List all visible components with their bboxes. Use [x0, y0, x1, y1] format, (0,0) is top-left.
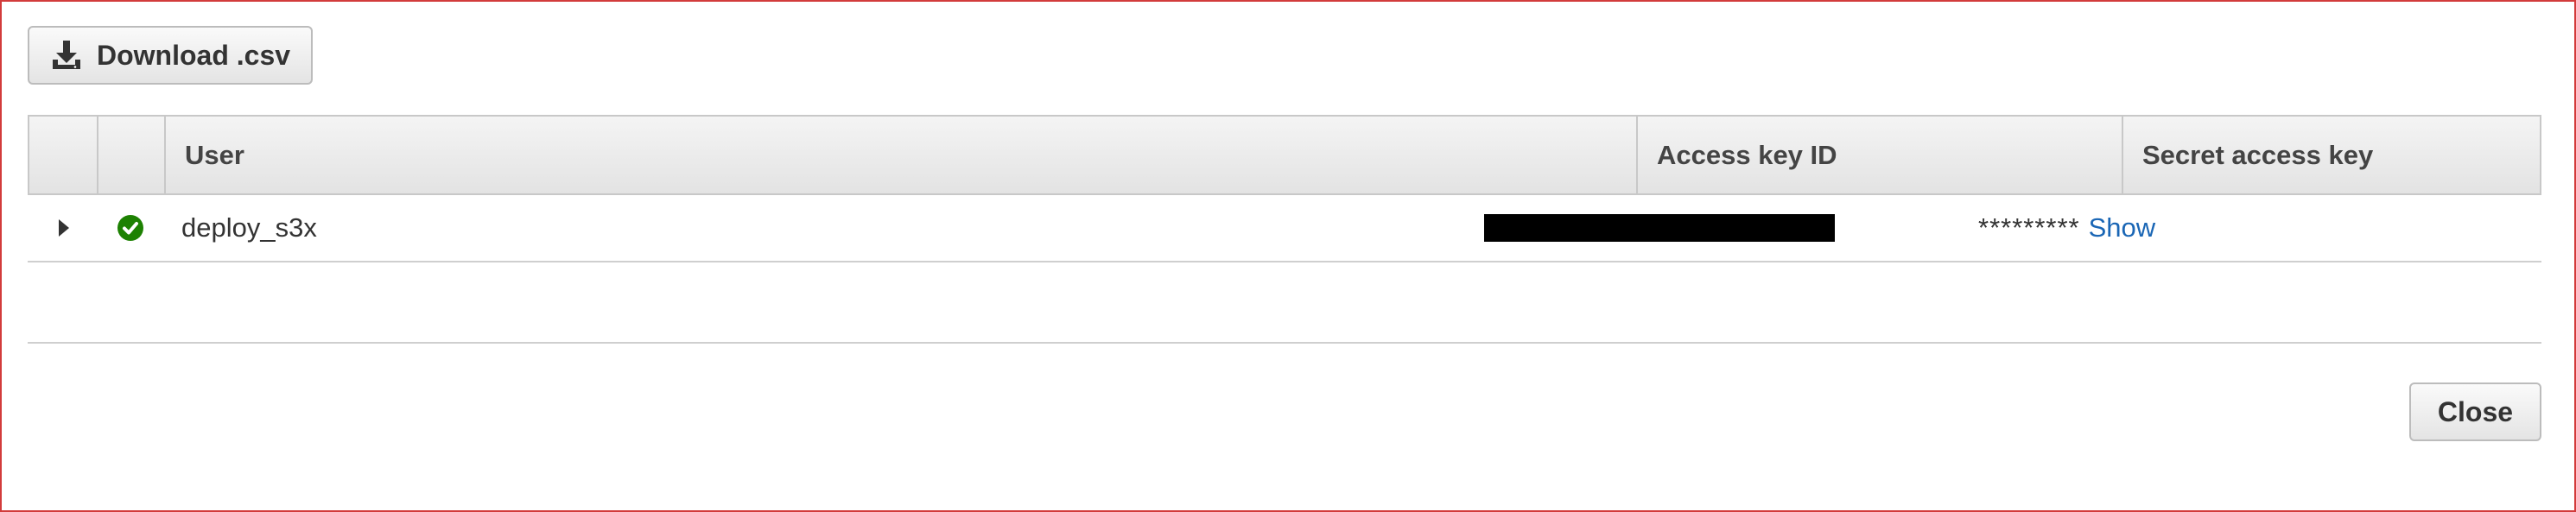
user-name: deploy_s3x [181, 212, 317, 243]
table-divider [28, 262, 2541, 344]
secret-access-key-cell: ********* Show [1978, 195, 2155, 261]
caret-right-icon[interactable] [59, 219, 69, 237]
close-button[interactable]: Close [2409, 382, 2541, 441]
download-icon [50, 39, 83, 72]
check-circle-icon [117, 215, 143, 241]
table-header: User Access key ID Secret access key [28, 115, 2541, 195]
column-header-access-key-id: Access key ID [1636, 117, 2122, 193]
status-cell [117, 195, 143, 261]
access-key-id-value [1484, 195, 1835, 261]
show-secret-link[interactable]: Show [2089, 212, 2156, 243]
table-row: deploy_s3x ********* Show [28, 195, 2541, 262]
download-csv-button[interactable]: Download .csv [28, 26, 313, 85]
download-csv-label: Download .csv [97, 39, 291, 71]
column-header-expand [29, 117, 97, 193]
row-expand-toggle[interactable] [59, 195, 69, 261]
access-keys-table: User Access key ID Secret access key dep… [28, 115, 2541, 344]
column-header-secret-access-key: Secret access key [2122, 117, 2540, 193]
redacted-access-key [1484, 214, 1835, 242]
dialog-frame: Download .csv User Access key ID Secret … [0, 0, 2576, 512]
column-header-user: User [164, 117, 1636, 193]
secret-masked-value: ********* [1978, 212, 2080, 243]
column-header-status [97, 117, 164, 193]
